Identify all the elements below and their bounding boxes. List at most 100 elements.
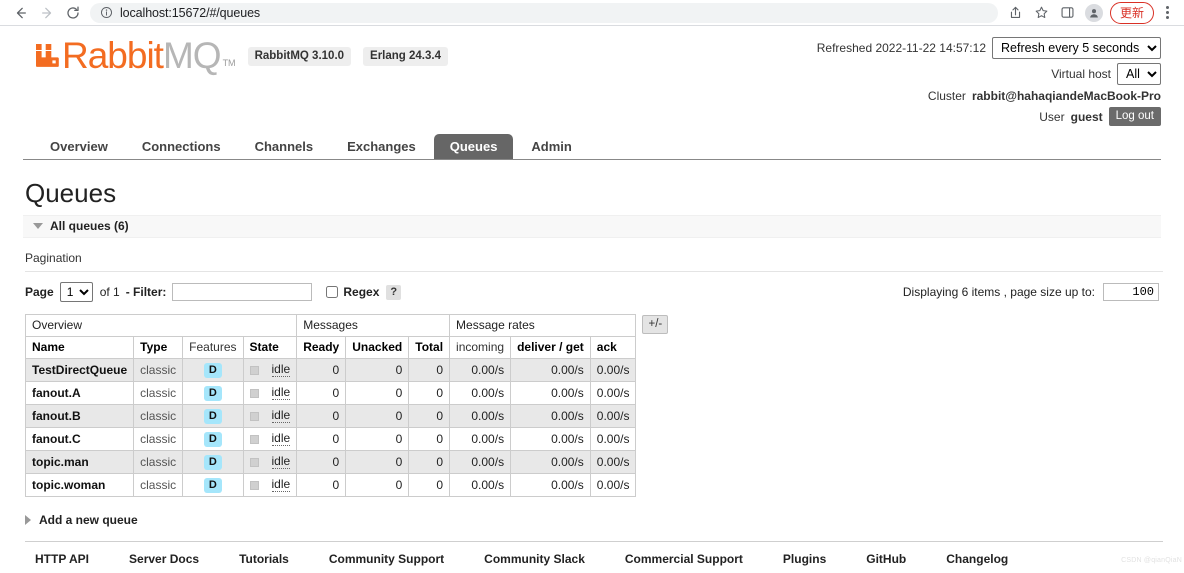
all-queues-section-header[interactable]: All queues (6)	[23, 215, 1161, 238]
state-label[interactable]: idle	[272, 409, 291, 423]
footer-link-community-slack[interactable]: Community Slack	[484, 552, 585, 566]
site-info-icon[interactable]	[100, 6, 113, 19]
rate-incoming: 0.00/s	[450, 382, 511, 405]
tab-exchanges[interactable]: Exchanges	[331, 135, 432, 159]
queue-state: idle	[243, 359, 297, 382]
column-header-unacked[interactable]: Unacked	[346, 337, 409, 359]
page-number-select[interactable]: 1	[60, 282, 93, 302]
filter-input[interactable]	[172, 283, 312, 301]
footer-link-plugins[interactable]: Plugins	[783, 552, 826, 566]
share-button[interactable]	[1004, 2, 1028, 24]
tab-overview[interactable]: Overview	[34, 135, 124, 159]
side-panel-button[interactable]	[1056, 2, 1080, 24]
column-header-ready[interactable]: Ready	[297, 337, 346, 359]
regex-help-button[interactable]: ?	[386, 285, 401, 300]
update-button[interactable]: 更新	[1110, 2, 1154, 24]
logo-text-rabbit: Rabbit	[62, 35, 163, 77]
profile-button[interactable]	[1085, 4, 1103, 22]
durable-badge: D	[204, 409, 222, 424]
tab-connections[interactable]: Connections	[126, 135, 237, 159]
cluster-row: Cluster rabbit@hahaqiandeMacBook-Pro	[817, 89, 1161, 103]
state-label[interactable]: idle	[272, 478, 291, 492]
reload-button[interactable]	[60, 2, 86, 24]
logo-trademark: TM	[223, 58, 236, 68]
tab-channels[interactable]: Channels	[239, 135, 330, 159]
queue-name-link[interactable]: fanout.B	[26, 405, 134, 428]
messages-total: 0	[409, 405, 450, 428]
footer-link-http-api[interactable]: HTTP API	[35, 552, 89, 566]
refresh-interval-select[interactable]: Refresh every 5 seconds	[992, 37, 1161, 59]
queue-state: idle	[243, 405, 297, 428]
state-swatch-icon	[250, 389, 259, 398]
rate-incoming: 0.00/s	[450, 428, 511, 451]
column-header-features: Features	[183, 337, 243, 359]
messages-total: 0	[409, 451, 450, 474]
rabbitmq-page: RabbitMQ TM RabbitMQ 3.10.0 Erlang 24.3.…	[0, 26, 1184, 566]
vhost-select[interactable]: All	[1117, 63, 1161, 85]
queue-features: D	[183, 451, 243, 474]
queue-name-link[interactable]: fanout.A	[26, 382, 134, 405]
add-queue-section-header[interactable]: Add a new queue	[25, 513, 1161, 527]
queue-type: classic	[134, 359, 183, 382]
regex-checkbox[interactable]	[326, 286, 338, 298]
bookmark-button[interactable]	[1030, 2, 1054, 24]
rate-incoming: 0.00/s	[450, 405, 511, 428]
column-header-name[interactable]: Name	[26, 337, 134, 359]
column-header-ack[interactable]: ack	[590, 337, 636, 359]
messages-unacked: 0	[346, 382, 409, 405]
back-button[interactable]	[8, 2, 34, 24]
state-label[interactable]: idle	[272, 386, 291, 400]
footer-link-changelog[interactable]: Changelog	[946, 552, 1008, 566]
footer-link-commercial-support[interactable]: Commercial Support	[625, 552, 743, 566]
pagination-controls: Page 1 of 1 - Filter: Regex ? Displaying…	[23, 282, 1161, 302]
vhost-label: Virtual host	[1051, 67, 1111, 81]
footer-link-tutorials[interactable]: Tutorials	[239, 552, 289, 566]
page-size-input[interactable]	[1103, 283, 1159, 301]
column-header-total[interactable]: Total	[409, 337, 450, 359]
messages-total: 0	[409, 359, 450, 382]
messages-unacked: 0	[346, 474, 409, 497]
tab-queues[interactable]: Queues	[434, 134, 514, 159]
rate-ack: 0.00/s	[590, 382, 636, 405]
brand-area: RabbitMQ TM RabbitMQ 3.10.0 Erlang 24.3.…	[23, 35, 448, 77]
regex-label: Regex	[343, 285, 379, 299]
state-label[interactable]: idle	[272, 432, 291, 446]
refresh-row: Refreshed 2022-11-22 14:57:12 Refresh ev…	[817, 37, 1161, 59]
state-label[interactable]: idle	[272, 363, 291, 377]
rabbitmq-logo[interactable]: RabbitMQ TM	[34, 35, 236, 77]
add-queue-label: Add a new queue	[39, 513, 138, 527]
queue-name-link[interactable]: topic.man	[26, 451, 134, 474]
durable-badge: D	[204, 432, 222, 447]
queues-table: OverviewMessagesMessage rates NameTypeFe…	[25, 314, 636, 497]
footer-link-server-docs[interactable]: Server Docs	[129, 552, 199, 566]
forward-button[interactable]	[34, 2, 60, 24]
table-row: fanout.CclassicDidle0000.00/s0.00/s0.00/…	[26, 428, 636, 451]
messages-unacked: 0	[346, 451, 409, 474]
rate-incoming: 0.00/s	[450, 474, 511, 497]
toggle-columns-button[interactable]: +/-	[642, 315, 668, 334]
table-row: topic.manclassicDidle0000.00/s0.00/s0.00…	[26, 451, 636, 474]
rate-deliver-get: 0.00/s	[511, 405, 591, 428]
column-header-state[interactable]: State	[243, 337, 297, 359]
column-header-deliver-get[interactable]: deliver / get	[511, 337, 591, 359]
address-bar[interactable]: localhost:15672/#/queues	[90, 3, 998, 23]
messages-total: 0	[409, 474, 450, 497]
logo-text-mq: MQ	[163, 35, 221, 77]
tab-admin[interactable]: Admin	[515, 135, 587, 159]
browser-menu-button[interactable]	[1158, 2, 1176, 24]
footer-link-community-support[interactable]: Community Support	[329, 552, 444, 566]
column-header-row: NameTypeFeaturesStateReadyUnackedTotalin…	[26, 337, 636, 359]
all-queues-label: All queues (6)	[50, 219, 129, 233]
queue-name-link[interactable]: topic.woman	[26, 474, 134, 497]
queue-name-link[interactable]: fanout.C	[26, 428, 134, 451]
footer-link-github[interactable]: GitHub	[866, 552, 906, 566]
column-header-type[interactable]: Type	[134, 337, 183, 359]
queue-name-link[interactable]: TestDirectQueue	[26, 359, 134, 382]
state-label[interactable]: idle	[272, 455, 291, 469]
rate-ack: 0.00/s	[590, 428, 636, 451]
rate-ack: 0.00/s	[590, 405, 636, 428]
messages-unacked: 0	[346, 405, 409, 428]
messages-ready: 0	[297, 405, 346, 428]
rabbitmq-version-badge: RabbitMQ 3.10.0	[248, 47, 351, 66]
logout-button[interactable]: Log out	[1109, 107, 1161, 126]
